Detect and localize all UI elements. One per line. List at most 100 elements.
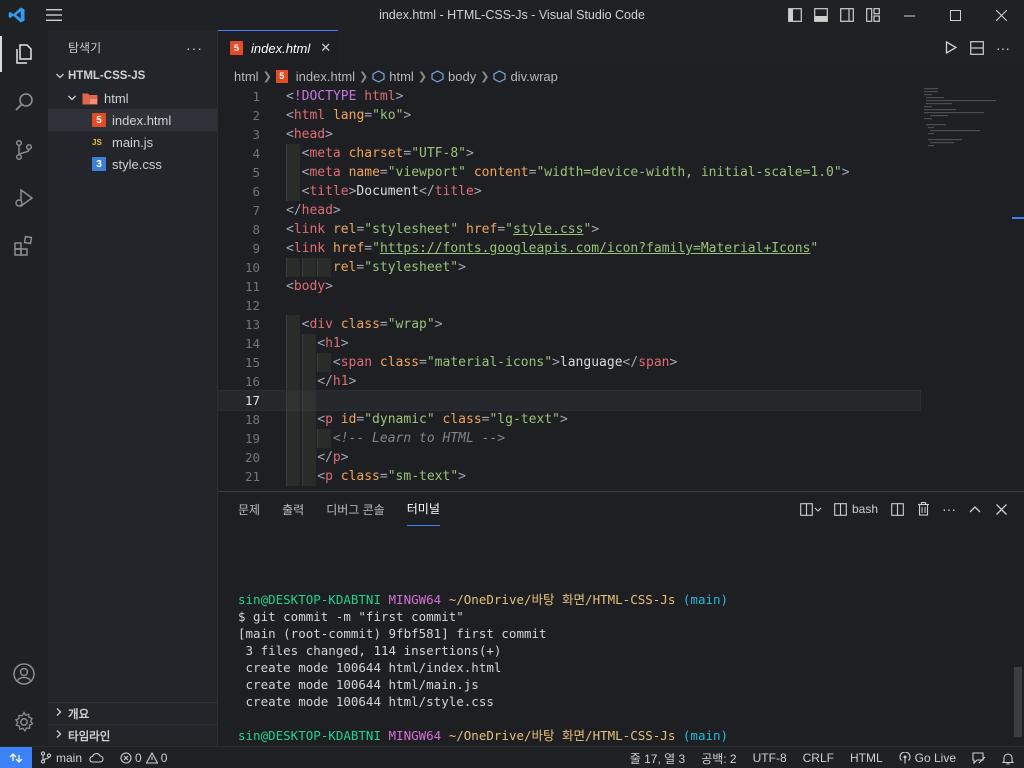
branch-status[interactable]: main: [32, 747, 110, 768]
code-line[interactable]: 13 <div class="wrap">: [218, 315, 920, 334]
indent-guide: [286, 467, 300, 486]
code-line[interactable]: 12: [218, 296, 920, 315]
code-line[interactable]: 6 <title>Document</title>: [218, 182, 920, 201]
code-line[interactable]: 19 <!-- Learn to HTML -->: [218, 429, 920, 448]
code-editor[interactable]: 1 <!DOCTYPE html> 2 <html lang="ko"> 3 <head>…: [218, 87, 1024, 491]
close-panel-icon[interactable]: [988, 492, 1014, 526]
terminal-shell-selector[interactable]: bash: [828, 492, 884, 526]
feedback-icon[interactable]: [964, 747, 994, 768]
explorer-header: 탐색기 ···: [48, 30, 217, 65]
minimize-icon[interactable]: [886, 0, 932, 30]
settings-gear-icon[interactable]: [0, 698, 48, 746]
tab-close-button[interactable]: ✕: [320, 40, 331, 56]
remote-indicator-icon[interactable]: [0, 746, 32, 768]
breadcrumb-item[interactable]: index.html: [296, 69, 355, 84]
language-mode[interactable]: HTML: [842, 747, 891, 768]
maximize-panel-chevron-up-icon[interactable]: [962, 492, 988, 526]
code-line[interactable]: 10 rel="stylesheet">: [218, 258, 920, 277]
code-text: <meta charset="UTF-8">: [301, 146, 474, 161]
maximize-icon[interactable]: [932, 0, 978, 30]
breadcrumb-item[interactable]: html: [234, 69, 259, 84]
code-line[interactable]: 16 </h1>: [218, 372, 920, 391]
code-line[interactable]: 15 <span class="material-icons">language<…: [218, 353, 920, 372]
notifications-bell-icon[interactable]: [994, 747, 1024, 768]
indent-guide: [286, 391, 300, 410]
code-line[interactable]: 4 <meta charset="UTF-8">: [218, 144, 920, 163]
file-index-html[interactable]: 5 index.html: [48, 109, 217, 131]
new-terminal-dropdown-icon[interactable]: [794, 492, 828, 526]
extensions-icon[interactable]: [0, 222, 48, 270]
code-line[interactable]: 11 <body>: [218, 277, 920, 296]
code-line[interactable]: 7 </head>: [218, 201, 920, 220]
toggle-secondary-sidebar-icon[interactable]: [834, 0, 860, 30]
tab-index-html[interactable]: 5 index.html ✕: [218, 30, 338, 65]
panel-more-icon[interactable]: ···: [936, 492, 962, 526]
line-number: 15: [244, 355, 260, 370]
terminal-line: $ git commit -m "first commit": [238, 609, 464, 624]
code-line[interactable]: 5 <meta name="viewport" content="width=de…: [218, 163, 920, 182]
line-number: 1: [252, 89, 260, 104]
cursor-position[interactable]: 줄 17, 열 3: [622, 747, 693, 768]
code-line[interactable]: 14 <h1>: [218, 334, 920, 353]
code-text: <p id="dynamic" class="lg-text">: [317, 412, 568, 427]
account-icon[interactable]: [0, 650, 48, 698]
tab-debug-console[interactable]: 디버그 콘솔: [326, 492, 385, 526]
editor-scroll-indicator[interactable]: [1012, 217, 1024, 219]
error-icon: [120, 751, 132, 764]
encoding[interactable]: UTF-8: [745, 747, 795, 768]
code-line[interactable]: 8 <link rel="stylesheet" href="style.css"…: [218, 220, 920, 239]
breadcrumb-item[interactable]: body: [448, 69, 476, 84]
explorer-more-button[interactable]: ···: [186, 40, 203, 56]
explorer-icon[interactable]: [0, 30, 48, 78]
code-line[interactable]: 18 <p id="dynamic" class="lg-text">: [218, 410, 920, 429]
tab-output[interactable]: 출력: [282, 492, 304, 526]
outline-section[interactable]: 개요: [48, 702, 218, 724]
timeline-section[interactable]: 타임라인: [48, 724, 218, 746]
code-line[interactable]: 3 <head>: [218, 125, 920, 144]
search-icon[interactable]: [0, 78, 48, 126]
line-number: 7: [252, 203, 260, 218]
file-main-js[interactable]: JS main.js: [48, 131, 217, 153]
toggle-panel-icon[interactable]: [808, 0, 834, 30]
code-line[interactable]: 21 <p class="sm-text">: [218, 467, 920, 486]
run-icon[interactable]: [938, 30, 964, 65]
file-style-css[interactable]: 3 style.css: [48, 153, 217, 175]
tab-terminal[interactable]: 터미널: [406, 492, 440, 526]
terminal-scrollbar[interactable]: [1014, 667, 1022, 737]
tab-problems[interactable]: 문제: [238, 492, 260, 526]
indent-guide: [301, 391, 316, 410]
more-actions-icon[interactable]: ···: [990, 30, 1016, 65]
code-text: <link href="https://fonts.googleapis.com…: [286, 241, 819, 256]
source-control-icon[interactable]: [0, 126, 48, 174]
split-editor-icon[interactable]: [964, 30, 990, 65]
code-line[interactable]: 9 <link href="https://fonts.googleapis.co…: [218, 239, 920, 258]
code-line[interactable]: 2 <html lang="ko">: [218, 106, 920, 125]
line-number: 18: [244, 412, 260, 427]
minimap[interactable]: [922, 87, 1012, 227]
go-live-label: Go Live: [914, 751, 956, 765]
code-line[interactable]: 20 </p>: [218, 448, 920, 467]
close-icon[interactable]: [978, 0, 1024, 30]
toggle-primary-sidebar-icon[interactable]: [782, 0, 808, 30]
problems-status[interactable]: 0 0: [110, 747, 173, 768]
code-line[interactable]: 1 <!DOCTYPE html>: [218, 87, 920, 106]
line-number: 9: [252, 241, 260, 256]
customize-layout-icon[interactable]: [860, 0, 886, 30]
go-live-button[interactable]: Go Live: [891, 747, 964, 768]
run-debug-icon[interactable]: [0, 174, 48, 222]
breadcrumb-item[interactable]: html: [389, 69, 414, 84]
terminal-line: create mode 100644 html/style.css: [238, 694, 494, 709]
code-line[interactable]: 17: [218, 390, 921, 411]
breadcrumb-item[interactable]: div.wrap: [510, 69, 557, 84]
indentation[interactable]: 공백: 2: [693, 747, 744, 768]
kill-terminal-trash-icon[interactable]: [910, 492, 936, 526]
split-terminal-icon[interactable]: [884, 492, 910, 526]
folder-html[interactable]: html: [48, 87, 217, 109]
end-of-line[interactable]: CRLF: [795, 747, 842, 768]
project-folder[interactable]: HTML-CSS-JS: [48, 65, 217, 87]
terminal-line: create mode 100644 html/main.js: [238, 677, 479, 692]
hamburger-menu-icon[interactable]: [34, 0, 74, 30]
code-text: <body>: [286, 279, 333, 294]
terminal-output[interactable]: sin@DESKTOP-KDABTNI MINGW64 ~/OneDrive/바…: [238, 574, 1018, 761]
activity-bar: [0, 30, 48, 746]
